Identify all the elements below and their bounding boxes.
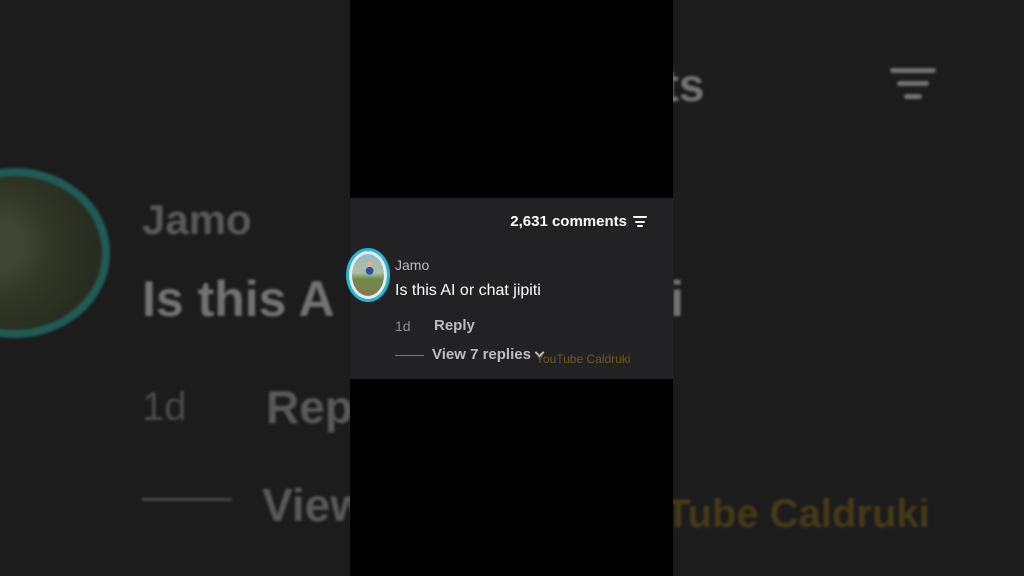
filter-icon[interactable]: [633, 216, 647, 227]
comment-timestamp: 1d: [395, 318, 411, 334]
bg-reply: Rep: [266, 381, 353, 433]
replies-divider: [395, 355, 424, 356]
bg-timestamp: 1d: [142, 385, 187, 429]
comment-author[interactable]: Jamo: [395, 257, 429, 273]
bg-divider: [142, 498, 232, 501]
bg-comment-text-start: Is this A: [142, 271, 335, 327]
watermark: YouTube Caldruki: [536, 352, 631, 366]
avatar[interactable]: [346, 248, 390, 302]
bg-avatar: [0, 168, 110, 338]
comment-text: Is this AI or chat jipiti: [395, 282, 541, 299]
view-replies-label: View 7 replies: [432, 346, 531, 363]
comment-count: 2,631 comments: [510, 213, 627, 230]
avatar-image: [352, 254, 384, 296]
bg-filter-icon: [890, 68, 936, 102]
comment-card: 2,631 comments Jamo Is this AI or chat j…: [346, 198, 673, 379]
bg-author-name: Jamo: [142, 196, 252, 243]
bg-watermark: Tube Caldruki: [666, 492, 930, 536]
reply-button[interactable]: Reply: [434, 317, 475, 334]
view-replies-button[interactable]: View 7 replies: [432, 346, 544, 363]
comments-header[interactable]: 2,631 comments: [510, 213, 647, 230]
